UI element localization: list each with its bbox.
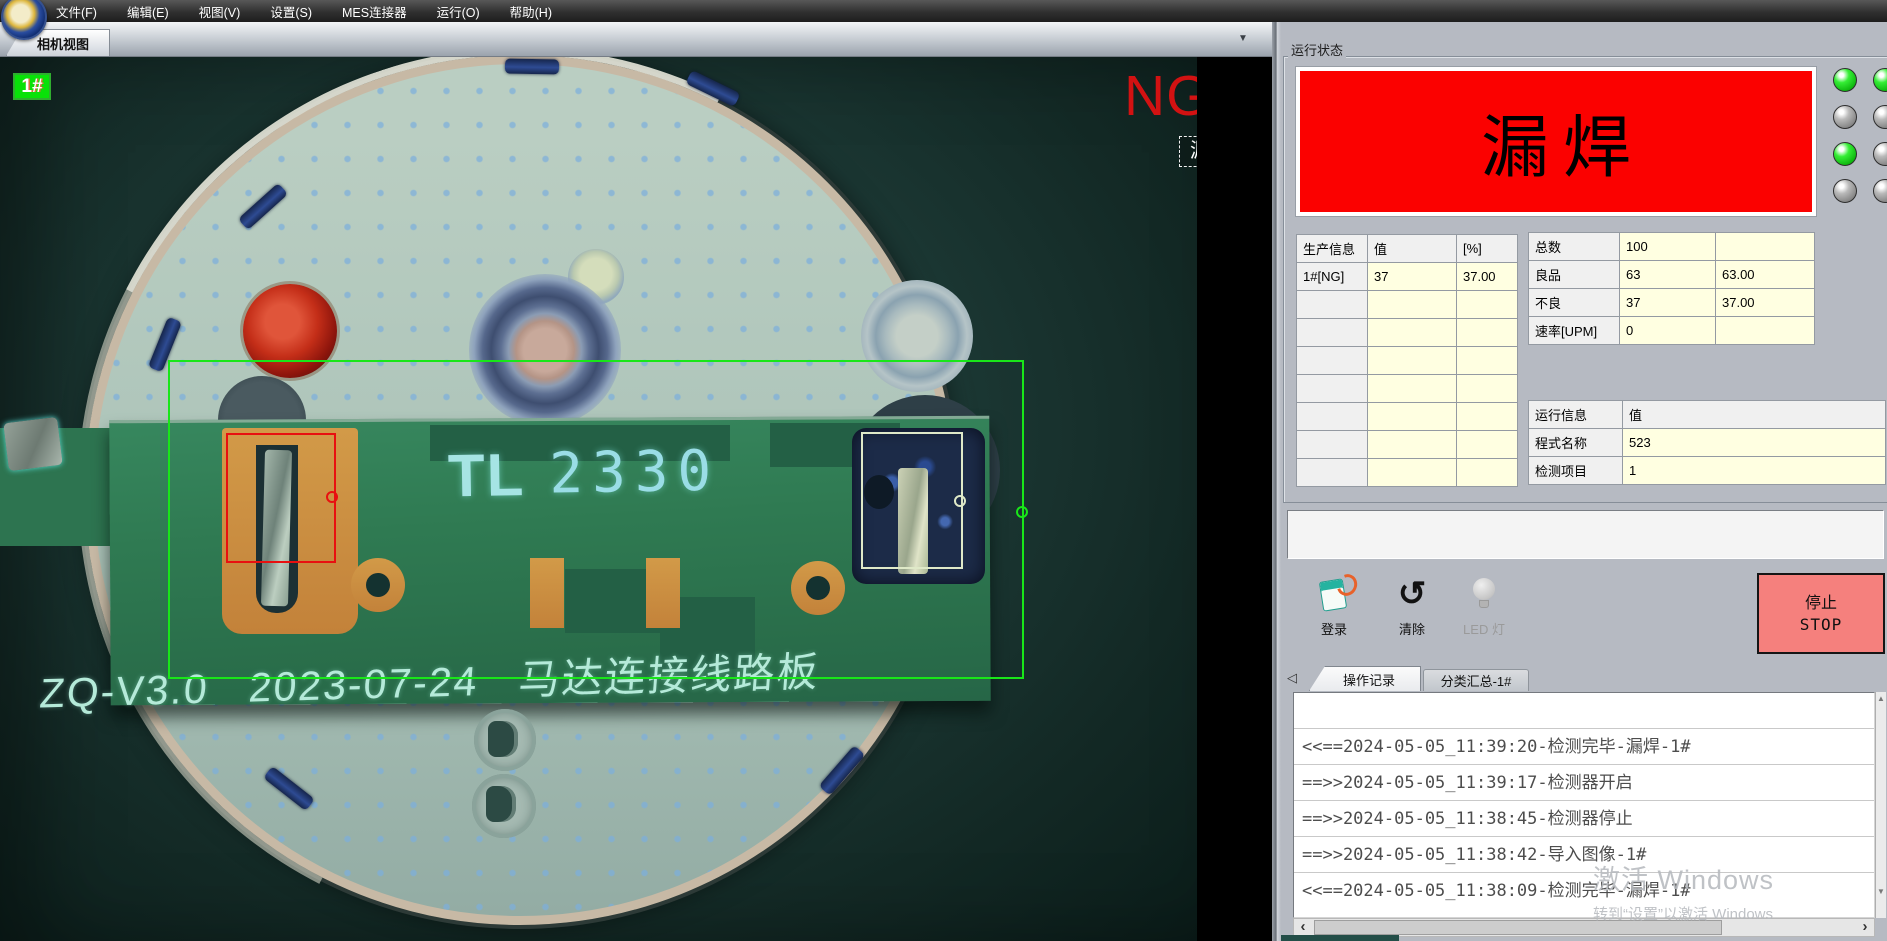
- result-text: NG: [1124, 63, 1197, 129]
- status-panel: 运行状态 漏焊 生产信息 值 [%] 1#[NG] 37 37.00: [1281, 0, 1887, 941]
- clear-button[interactable]: ↺ 清除: [1381, 576, 1443, 636]
- login-button[interactable]: 登录: [1303, 576, 1365, 636]
- roi-white-handle: [954, 495, 966, 507]
- scroll-up-icon[interactable]: ▲: [1876, 694, 1886, 703]
- menu-view[interactable]: 视图(V): [199, 2, 241, 21]
- log-entry: <<==2024-05-05_11:38:09-检测完毕-漏焊-1#: [1294, 872, 1874, 908]
- table-row: [1297, 403, 1518, 431]
- col-header: [%]: [1457, 235, 1518, 263]
- roi-red-handle: [326, 491, 338, 503]
- menu-file[interactable]: 文件(F): [56, 2, 97, 21]
- menu-mes-connector[interactable]: MES连接器: [342, 2, 407, 21]
- bottom-ring: [474, 709, 536, 771]
- defect-overlay-label: 漏焊: [1179, 136, 1197, 167]
- inspection-photo: TL 2330 ZQ-V3.0 2023-07-24 马达连接线路板 1# NG…: [0, 57, 1197, 941]
- menu-run[interactable]: 运行(O): [437, 2, 480, 21]
- table-row: 不良 37 37.00: [1529, 289, 1815, 317]
- table-row: [1297, 431, 1518, 459]
- scroll-down-icon[interactable]: ▼: [1876, 887, 1886, 896]
- log-entry: ==>>2024-05-05_11:39:17-检测器开启: [1294, 764, 1874, 800]
- table-row: [1297, 459, 1518, 487]
- col-header: 运行信息: [1529, 401, 1623, 429]
- col-header: 值: [1623, 401, 1886, 429]
- roi-green-handle: [1016, 506, 1028, 518]
- table-row: [1297, 291, 1518, 319]
- col-header: 生产信息: [1297, 235, 1368, 263]
- scrollbar-thumb[interactable]: [1314, 920, 1722, 935]
- camera-viewport: TL 2330 ZQ-V3.0 2023-07-24 马达连接线路板 1# NG…: [0, 57, 1272, 941]
- alarm-text: 漏焊: [1467, 92, 1645, 191]
- panel-divider[interactable]: [1272, 22, 1281, 941]
- rim-tab: [505, 59, 559, 75]
- led-indicator: [1833, 105, 1857, 129]
- left-tab-component: [3, 417, 62, 471]
- bottom-ring: [472, 774, 536, 838]
- menu-help[interactable]: 帮助(H): [510, 2, 552, 21]
- stop-button-cn: 停止: [1759, 593, 1883, 614]
- menu-edit[interactable]: 编辑(E): [127, 2, 169, 21]
- stop-button[interactable]: 停止 STOP: [1757, 573, 1885, 654]
- menu-bar: 文件(F) 编辑(E) 视图(V) 设置(S) MES连接器 运行(O) 帮助(…: [0, 0, 1887, 22]
- view-tab-bar: 相机视图 ▼: [0, 22, 1272, 57]
- clear-button-label: 清除: [1381, 619, 1443, 638]
- station-badge: 1#: [13, 73, 51, 100]
- led-indicator: [1833, 68, 1857, 92]
- stats-table: 总数 100 良品 63 63.00 不良 37 37.00 速率[UPM] 0: [1528, 232, 1815, 345]
- table-row: 程式名称 523: [1529, 429, 1886, 457]
- bulb-base-icon: [1479, 600, 1489, 608]
- bulb-icon: [1473, 578, 1495, 600]
- vertical-scrollbar[interactable]: ▲ ▼: [1875, 692, 1886, 918]
- led-light-button[interactable]: LED 灯: [1453, 576, 1515, 636]
- app-window: TL 2330 ZQ-V3.0 2023-07-24 马达连接线路板 1# NG…: [0, 0, 1887, 941]
- tab-scroll-left-icon[interactable]: ◁: [1287, 670, 1297, 686]
- table-row: [1297, 347, 1518, 375]
- run-info-table: 运行信息 值 程式名称 523 检测项目 1: [1528, 400, 1886, 485]
- bottom-strip: [1281, 935, 1399, 941]
- led-indicator: [1833, 179, 1857, 203]
- chevron-down-icon[interactable]: ▼: [1232, 29, 1254, 49]
- table-row: 速率[UPM] 0: [1529, 317, 1815, 345]
- table-row: 总数 100: [1529, 233, 1815, 261]
- scroll-left-icon[interactable]: ‹: [1294, 919, 1312, 936]
- tab-operation-log[interactable]: 操作记录: [1309, 666, 1421, 691]
- table-row: 良品 63 63.00: [1529, 261, 1815, 289]
- menu-settings[interactable]: 设置(S): [270, 2, 312, 21]
- clear-rotate-icon: ↺: [1381, 574, 1443, 614]
- operation-log-list: <<==2024-05-05_11:39:20-检测完毕-漏焊-1# ==>>2…: [1293, 692, 1875, 918]
- production-table: 生产信息 值 [%] 1#[NG] 37 37.00: [1296, 234, 1518, 487]
- stop-button-en: STOP: [1759, 614, 1883, 635]
- log-entry: <<==2024-05-05_11:39:20-检测完毕-漏焊-1#: [1294, 728, 1874, 764]
- col-header: 值: [1368, 235, 1457, 263]
- table-row: 1#[NG] 37 37.00: [1297, 263, 1518, 291]
- roi-fail-rect: [226, 433, 336, 563]
- roi-pass-rect: [861, 432, 963, 569]
- message-box[interactable]: [1287, 510, 1884, 559]
- led-indicator: [1833, 142, 1857, 166]
- table-row: [1297, 375, 1518, 403]
- led-button-label: LED 灯: [1453, 619, 1515, 638]
- login-button-label: 登录: [1303, 619, 1365, 638]
- table-header-row: 运行信息 值: [1529, 401, 1886, 429]
- status-panel-title: 运行状态: [1288, 40, 1346, 59]
- table-row: [1297, 319, 1518, 347]
- log-entry: ==>>2024-05-05_11:38:42-导入图像-1#: [1294, 836, 1874, 872]
- scroll-right-icon[interactable]: ›: [1856, 919, 1874, 936]
- table-row: 检测项目 1: [1529, 457, 1886, 485]
- log-entry: ==>>2024-05-05_11:38:45-检测器停止: [1294, 800, 1874, 836]
- tab-class-summary[interactable]: 分类汇总-1#: [1423, 669, 1529, 691]
- table-header-row: 生产信息 值 [%]: [1297, 235, 1518, 263]
- alarm-display: 漏焊: [1296, 67, 1816, 216]
